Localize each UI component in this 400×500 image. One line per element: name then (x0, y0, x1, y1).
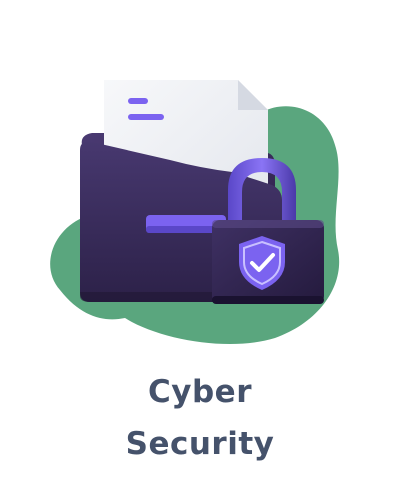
title-line-1: Cyber (148, 374, 252, 410)
card-title: Cyber Security (0, 366, 400, 470)
cyber-security-illustration (50, 80, 340, 345)
title-line-2: Security (125, 426, 275, 462)
cyber-security-card[interactable]: Cyber Security (0, 0, 400, 500)
